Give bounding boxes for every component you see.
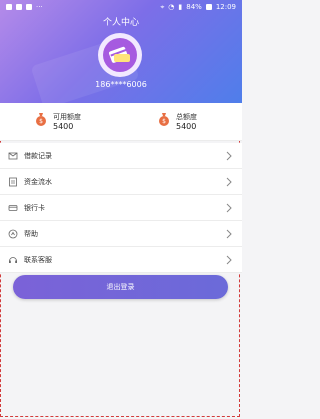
menu-item-label: 银行卡	[24, 203, 45, 212]
available-credit: $ 可用额度 5400	[35, 112, 81, 131]
money-bag-icon: $	[36, 113, 46, 126]
page-title: 个人中心	[102, 18, 139, 28]
menu-list: 借款记录 资金流水 银行卡 帮助 联系客服	[0, 143, 242, 273]
card-icon	[8, 204, 18, 211]
signal-icon: ▮	[178, 3, 183, 11]
more-indicator: ···	[36, 3, 43, 11]
clock: 12:09	[215, 3, 236, 11]
svg-text:$: $	[39, 118, 43, 125]
battery-level: 84%	[186, 3, 202, 11]
chevron-right-icon	[226, 255, 232, 265]
chat-icon	[26, 4, 32, 10]
ledger-icon	[9, 177, 17, 186]
logout-button[interactable]: 退出登录	[13, 275, 228, 299]
menu-item-help[interactable]: 帮助	[0, 221, 242, 247]
available-credit-label: 可用额度	[53, 113, 81, 121]
message-icon	[16, 4, 22, 10]
chevron-right-icon	[226, 229, 232, 239]
menu-item-label: 资金流水	[24, 177, 52, 186]
money-bag-icon: $	[159, 113, 169, 126]
headset-icon	[9, 256, 17, 263]
menu-item-bank-card[interactable]: 银行卡	[0, 195, 242, 221]
total-credit-value: 5400	[176, 122, 197, 131]
battery-icon	[205, 4, 212, 10]
chevron-right-icon	[226, 203, 232, 213]
location-icon: ⌖	[160, 3, 165, 11]
menu-item-label: 帮助	[24, 229, 38, 238]
notification-icon	[6, 4, 12, 10]
available-credit-value: 5400	[53, 122, 74, 131]
avatar[interactable]	[98, 33, 142, 77]
menu-item-label: 联系客服	[24, 255, 52, 264]
total-credit-label: 总额度	[176, 113, 197, 121]
menu-item-fund-flow[interactable]: 资金流水	[0, 169, 242, 195]
menu-item-customer-service[interactable]: 联系客服	[0, 247, 242, 273]
total-credit: $ 总额度 5400	[158, 112, 197, 131]
profile-header: ··· ⌖ ◔ ▮ 84% 12:09 个人中心 186****6006	[0, 0, 242, 103]
help-icon	[8, 229, 18, 238]
wifi-icon: ◔	[168, 3, 175, 11]
chevron-right-icon	[226, 151, 232, 161]
user-phone: 186****6006	[95, 80, 147, 89]
chevron-right-icon	[226, 177, 232, 187]
card-wallet-icon	[103, 38, 137, 72]
balance-summary: $ 可用额度 5400 $ 总额度 5400	[0, 103, 242, 141]
status-bar: ··· ⌖ ◔ ▮ 84% 12:09	[0, 0, 242, 14]
svg-text:$: $	[162, 118, 166, 125]
menu-item-label: 借款记录	[24, 151, 52, 160]
envelope-icon	[8, 152, 18, 159]
menu-item-loan-records[interactable]: 借款记录	[0, 143, 242, 169]
